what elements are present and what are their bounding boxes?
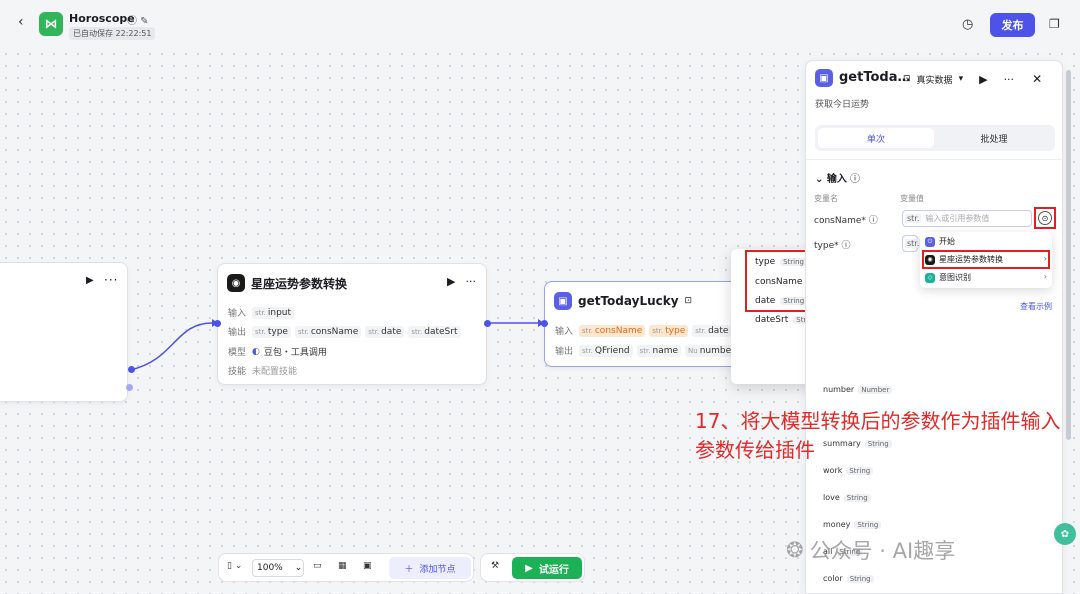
chevron-down-icon[interactable]: ▾ <box>959 74 964 84</box>
output-label: 输出 <box>555 347 574 357</box>
more-icon[interactable]: ··· <box>104 273 118 287</box>
data-mode-select[interactable]: 真实数据 <box>917 73 953 86</box>
view-example-link[interactable]: 查看示例 <box>1020 301 1052 312</box>
zoom-select[interactable]: 100% ⌄ <box>252 559 304 577</box>
model-label: 模型 <box>228 348 247 358</box>
plugin-node[interactable]: ▣ getTodayLucky ⊡ 输入 str. consName str. ty… <box>544 281 754 367</box>
link-icon[interactable]: ⊡ <box>903 74 911 84</box>
play-icon: ▶ <box>525 562 533 574</box>
reference-menu: ⏻ 开始 ◉ 星座运势参数转换 › ◇ 意图识别 › <box>920 232 1052 288</box>
output-var-item: number Number <box>823 385 893 394</box>
panel-title: getToda… <box>839 70 911 85</box>
more-icon[interactable]: ··· <box>466 275 477 288</box>
menu-item-intent[interactable]: ◇ 意图识别 <box>925 272 971 283</box>
llm-node[interactable]: ◉ 星座运势参数转换 ▶ ··· 输入 str. input 输出 str. typ… <box>217 263 487 385</box>
add-node-button[interactable]: ＋添加节点 <box>389 557 471 579</box>
mode-tabs: 单次 批处理 <box>815 125 1055 151</box>
input-port[interactable] <box>214 320 221 327</box>
info-icon: ⓘ <box>846 174 861 185</box>
run-icon[interactable]: ▶ <box>979 73 987 86</box>
output-tag: str. name <box>636 344 682 357</box>
output-tag: Nu number <box>685 344 738 357</box>
output-label: 输出 <box>228 328 247 338</box>
plugin-node-icon: ▣ <box>554 292 572 310</box>
divider <box>806 159 1064 160</box>
chevron-right-icon: › <box>1043 272 1047 281</box>
highlight-box <box>922 250 1050 269</box>
input-port[interactable] <box>541 320 548 327</box>
var-consname-label: consName* ⓘ <box>814 216 878 226</box>
wrench-icon[interactable]: ⚒ <box>491 561 499 571</box>
tab-batch[interactable]: 批处理 <box>936 128 1052 148</box>
test-run-button[interactable]: ▶ 试运行 <box>512 557 582 579</box>
canvas-toolbar: ▯ ⌄ 100% ⌄ ▭ ▦ ▣ ＋添加节点 <box>218 553 474 582</box>
model-value: 豆包・工具调用 <box>263 348 327 358</box>
node-settings-panel: ▣ getToda… ⊡ 真实数据 ▾ ▶ ··· ✕ 获取今日运势 单次 批处… <box>805 60 1064 594</box>
highlight-box <box>1034 207 1056 229</box>
panel-scrollbar[interactable] <box>1066 70 1071 440</box>
output-port-secondary[interactable] <box>126 384 133 391</box>
col-var-name: 变量名 <box>814 194 838 203</box>
plus-icon: ＋ <box>404 564 414 575</box>
tab-single[interactable]: 单次 <box>818 128 934 148</box>
output-var-item: color String <box>823 574 874 583</box>
var-type-label: type* ⓘ <box>814 241 851 251</box>
input-section-header[interactable]: ⌄ 输入 ⓘ <box>815 170 860 185</box>
plugin-node-title: getTodayLucky <box>578 294 679 308</box>
minimap-icon[interactable]: ▣ <box>363 561 372 571</box>
input-tag: str. input <box>252 306 295 319</box>
input-tag: str. date <box>692 324 732 337</box>
col-var-value: 变量值 <box>900 194 924 203</box>
menu-item-start[interactable]: ⏻ 开始 <box>925 236 955 247</box>
type-input[interactable]: str. <box>902 235 922 252</box>
output-var-item: work String <box>823 466 874 475</box>
output-tag: str. date <box>365 325 405 338</box>
comment-icon[interactable]: ▭ <box>313 561 322 571</box>
panel-description: 获取今日运势 <box>815 100 870 110</box>
start-icon: ⏻ <box>925 236 935 247</box>
input-label: 输入 <box>555 327 574 337</box>
layout-icon[interactable]: ▦ <box>338 561 347 571</box>
annotation-text: 17、将大模型转换后的参数作为插件输入参数传给插件 <box>695 409 1061 462</box>
plugin-icon: ▣ <box>815 69 833 87</box>
output-tag: str. consName <box>294 325 362 338</box>
output-tag: str. dateSrt <box>408 325 461 338</box>
assistant-avatar[interactable]: ✿ <box>1054 523 1076 545</box>
output-tag: str. QFriend <box>579 344 633 357</box>
llm-node-title: 星座运势参数转换 <box>251 276 348 291</box>
model-icon: ◐ <box>252 346 260 357</box>
run-icon[interactable]: ▶ <box>86 275 94 286</box>
plugin-link-icon: ⊡ <box>684 296 693 306</box>
input-tag: str. type <box>649 324 689 337</box>
wechat-icon: ❂ <box>786 538 804 562</box>
output-var-item: love String <box>823 493 871 502</box>
output-tag: str. type <box>252 325 291 338</box>
start-node[interactable]: ▶ ··· <box>0 262 128 402</box>
chevron-down-icon: ⌄ <box>815 174 827 185</box>
llm-node-icon: ◉ <box>227 274 245 292</box>
skill-value: 未配置技能 <box>252 367 298 377</box>
skill-label: 技能 <box>228 367 247 377</box>
more-icon[interactable]: ··· <box>1004 73 1015 86</box>
input-tag: str. consName <box>579 324 646 337</box>
close-icon[interactable]: ✕ <box>1032 72 1042 86</box>
consname-input[interactable]: str. 输入或引用参数值 <box>902 210 1032 227</box>
intent-icon: ◇ <box>925 272 935 283</box>
run-toolbar: ⚒ ▶ 试运行 <box>480 553 585 582</box>
watermark: ❂ 公众号 · AI趣享 <box>786 538 956 563</box>
output-port[interactable] <box>484 320 491 327</box>
output-var-item: money String <box>823 520 882 529</box>
mouse-mode-icon[interactable]: ▯ ⌄ <box>227 561 242 571</box>
output-port[interactable] <box>128 366 135 373</box>
run-icon[interactable]: ▶ <box>447 275 455 288</box>
input-label: 输入 <box>228 309 247 319</box>
